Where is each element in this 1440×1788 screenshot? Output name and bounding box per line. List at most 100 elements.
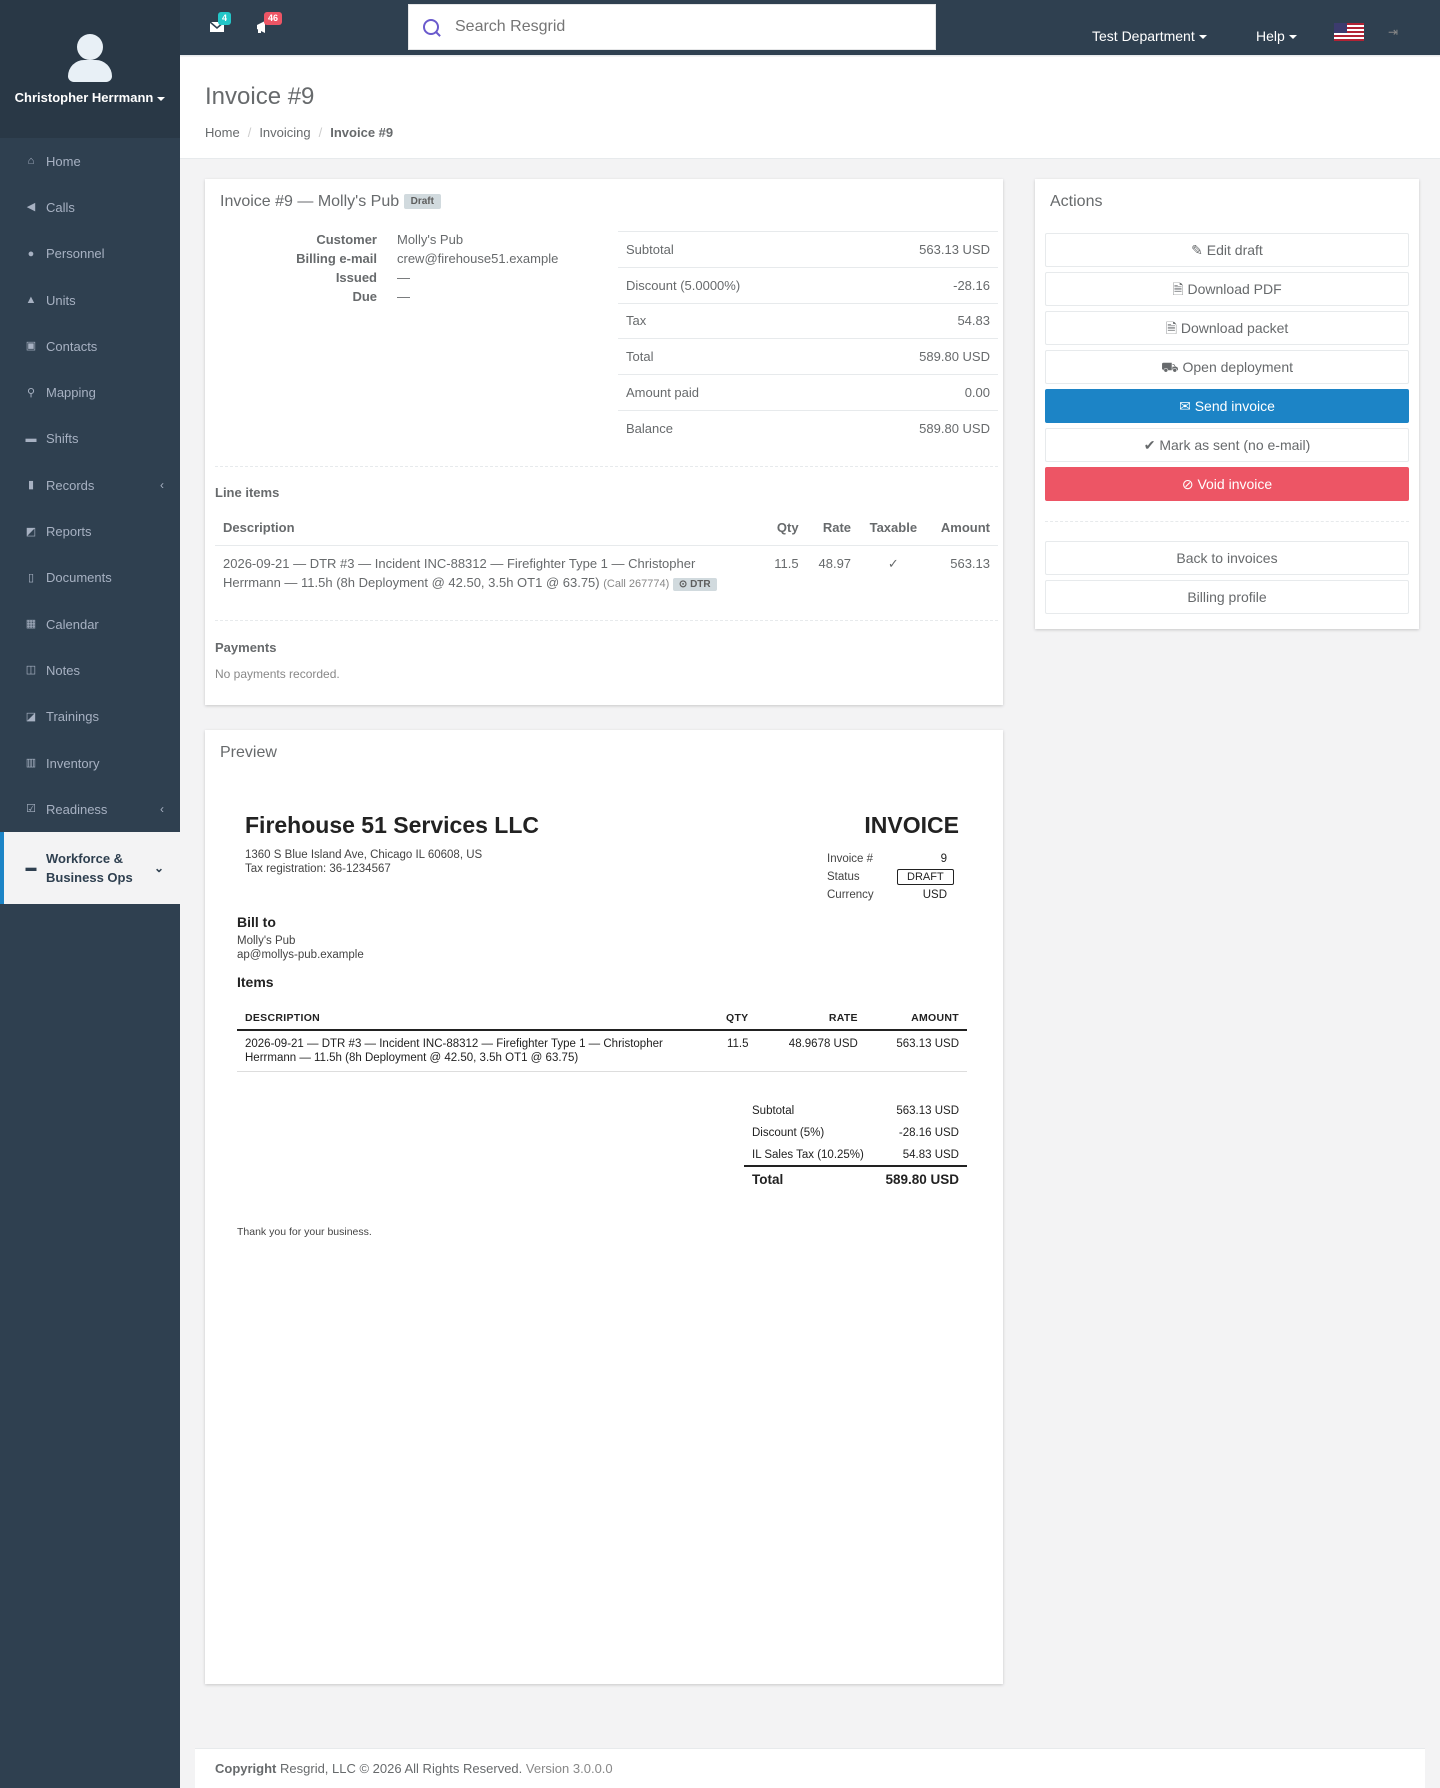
divider (1045, 521, 1409, 522)
page-title: Invoice #9 (205, 83, 315, 110)
bullhorn-icon: ◀ (26, 201, 36, 214)
sidebar-item-readiness[interactable]: ☑ Readiness ‹ (0, 786, 180, 832)
mark-as-sent-button[interactable]: ✔ Mark as sent (no e-mail) (1045, 428, 1409, 462)
alerts-button[interactable]: 46 (255, 12, 283, 34)
divider (215, 620, 998, 621)
line-items-table: Description Qty Rate Taxable Amount 2026… (215, 511, 998, 602)
download-packet-button[interactable]: 🗎 Download packet (1045, 311, 1409, 345)
send-invoice-button[interactable]: ✉ Send invoice (1045, 389, 1409, 423)
sidebar-item-home[interactable]: ⌂ Home (0, 138, 180, 184)
us-flag-icon[interactable] (1334, 23, 1364, 41)
home-icon: ⌂ (27, 155, 35, 168)
sidebar-item-inventory[interactable]: ▥ Inventory (0, 740, 180, 786)
check-icon: ✓ (887, 555, 899, 571)
summary-row: Subtotal 563.13 USD (618, 231, 998, 268)
preview-card: Preview Firehouse 51 Services LLC 1360 S… (205, 730, 1003, 1684)
search-box[interactable] (408, 4, 936, 50)
file-zip-icon: 🗎 (1165, 320, 1177, 336)
user-icon: ● (27, 247, 35, 260)
caret-down-icon (1288, 35, 1297, 40)
summary-row: Tax 54.83 (618, 302, 998, 339)
edit-draft-button[interactable]: ✎ Edit draft (1045, 233, 1409, 267)
sidebar-item-calendar[interactable]: ▦ Calendar (0, 601, 180, 647)
department-dropdown[interactable]: Test Department (1092, 28, 1207, 44)
sidebar-item-documents[interactable]: ▯ Documents (0, 555, 180, 601)
truck-icon: ⛟ (1160, 359, 1179, 375)
summary-table: Subtotal 563.13 USD Discount (5.0000%) -28… (618, 231, 998, 447)
status-badge: Draft (403, 194, 441, 210)
barcode-icon: ▥ (25, 757, 37, 769)
call-reference[interactable]: (Call 267774) (603, 578, 669, 590)
breadcrumb: Home / Invoicing / Invoice #9 (205, 125, 394, 140)
envelope-icon: ✉ (1179, 398, 1191, 414)
help-dropdown[interactable]: Help (1256, 28, 1297, 44)
sidebar-item-personnel[interactable]: ● Personnel (0, 231, 180, 277)
preview-title: Preview (220, 744, 277, 761)
truck-icon: ▲ (25, 294, 37, 307)
field-issued: Issued — (335, 270, 410, 285)
breadcrumb-home[interactable]: Home (205, 125, 240, 140)
sidebar-item-calls[interactable]: ◀ Calls (0, 184, 180, 230)
ban-icon: ⊘ (1181, 476, 1194, 492)
file-pdf-icon: 🗎 (1172, 281, 1184, 297)
col-taxable: Taxable (859, 511, 928, 546)
profile-name: Christopher Herrmann (14, 90, 154, 105)
summary-row: Discount (5.0000%) -28.16 (618, 266, 998, 304)
actions-title: Actions (1050, 193, 1103, 210)
col-qty: Qty (763, 511, 807, 546)
sidebar-item-notes[interactable]: ◫ Notes (0, 647, 180, 693)
col-amount: Amount (927, 511, 998, 546)
summary-row: Amount paid 0.00 (618, 374, 998, 411)
preview-totals: Subtotal 563.13 USD Discount (5%) -28.16 U… (744, 1100, 967, 1192)
payments-heading: Payments (215, 640, 277, 655)
billing-profile-button[interactable]: Billing profile (1045, 580, 1409, 614)
file-icon: ▮ (27, 479, 35, 492)
sidebar-item-records[interactable]: ▮ Records ‹ (0, 462, 180, 508)
messages-badge: 4 (218, 12, 232, 25)
download-pdf-button[interactable]: 🗎 Download PDF (1045, 272, 1409, 306)
messages-button[interactable]: 4 (209, 12, 232, 34)
sidebar-item-reports[interactable]: ◩ Reports (0, 508, 180, 554)
search-input[interactable] (455, 18, 895, 36)
notes-icon: ◫ (25, 664, 37, 677)
profile-menu[interactable]: Christopher Herrmann (0, 90, 180, 105)
chevron-down-icon: ⌄ (153, 860, 164, 875)
sidebar-item-mapping[interactable]: ⚲ Mapping (0, 369, 180, 415)
chevron-left-icon: ‹ (160, 802, 164, 817)
invoice-meta: Invoice #9 Status DRAFT Currency USD (827, 850, 954, 904)
col-description: Description (215, 511, 763, 546)
preview-items-table: DESCRIPTION QTY RATE AMOUNT 2026-09-21 —… (237, 1006, 967, 1072)
back-to-invoices-button[interactable]: Back to invoices (1045, 541, 1409, 575)
breadcrumb-invoicing[interactable]: Invoicing (259, 125, 310, 140)
avatar[interactable] (68, 30, 112, 82)
actions-card: Actions ✎ Edit draft 🗎 Download PDF 🗎 Do… (1035, 179, 1419, 629)
sidebar-item-label-line1: Workforce & (46, 851, 124, 867)
sidebar-item-units[interactable]: ▲ Units (0, 277, 180, 323)
sidebar-item-contacts[interactable]: ▣ Contacts (0, 323, 180, 369)
sidebar-item-label-line2: Business Ops (46, 870, 133, 886)
field-customer: Customer Molly's Pub (316, 232, 464, 247)
bill-to-details: Molly's Pub ap@mollys-pub.example (237, 935, 364, 961)
company-name: Firehouse 51 Services LLC (245, 812, 540, 838)
document-icon: ▯ (27, 571, 35, 584)
sidebar-nav: ⌂ Home ◀ Calls ● Personnel ▲ Units ▣ Contacts… (0, 138, 180, 905)
status-badge: DRAFT (897, 869, 954, 885)
search-icon (423, 19, 439, 35)
checkbox-icon: ☑ (26, 803, 36, 816)
open-deployment-button[interactable]: ⛟ Open deployment (1045, 350, 1409, 384)
footer: Copyright Resgrid, LLC © 2026 All Rights… (195, 1748, 1425, 1788)
sidebar-item-workforce[interactable]: ▬ Workforce & Business Ops ⌄ (0, 832, 180, 905)
sidebar-item-trainings[interactable]: ◪ Trainings (0, 694, 180, 740)
map-pin-icon: ⚲ (26, 386, 36, 399)
contact-card-icon: ▣ (25, 340, 37, 353)
sidebar-item-shifts[interactable]: ▬ Shifts (0, 416, 180, 462)
payments-empty: No payments recorded. (215, 667, 340, 681)
breadcrumb-current: Invoice #9 (330, 125, 394, 140)
invoice-card-title: Invoice #9 — Molly's Pub Draft (205, 179, 1003, 225)
sidebar: Christopher Herrmann ⌂ Home ◀ Calls ● Perso… (0, 0, 180, 1788)
void-invoice-button[interactable]: ⊘ Void invoice (1045, 467, 1409, 501)
check-icon: ✔ (1143, 437, 1156, 453)
topbar: 4 46 Test Department Help ⇥ (180, 0, 1440, 56)
logout-icon[interactable]: ⇥ (1388, 25, 1398, 39)
col-rate: Rate (806, 511, 860, 546)
